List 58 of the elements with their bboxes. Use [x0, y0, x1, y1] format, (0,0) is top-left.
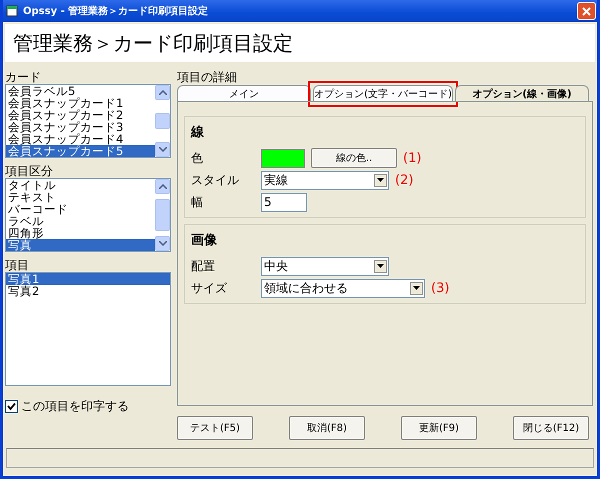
action-button[interactable]: 取消(F8) — [289, 416, 365, 440]
action-button[interactable]: 更新(F9) — [401, 416, 477, 440]
field-label: 幅 — [191, 194, 204, 210]
scroll-down-icon[interactable] — [155, 142, 170, 157]
group-title: 画像 — [191, 232, 218, 249]
close-icon — [581, 6, 592, 16]
action-button[interactable]: テスト(F5) — [177, 416, 253, 440]
field-label: サイズ — [191, 280, 228, 296]
app-icon — [6, 5, 18, 17]
tab[interactable]: メイン — [177, 85, 312, 101]
field-label: スタイル — [191, 172, 240, 188]
annotation-label: (1) — [403, 150, 422, 166]
page-heading: 管理業務＞カード印刷項目設定 — [13, 30, 293, 56]
input-field[interactable]: 5 — [261, 192, 307, 212]
tab[interactable]: オプション(線・画像) — [454, 85, 589, 101]
dropdown[interactable]: 領域に合わせる — [261, 278, 425, 298]
scroll-thumb[interactable] — [155, 113, 170, 129]
list-item[interactable]: 会員スナップカード2 — [6, 109, 155, 121]
list-item[interactable]: バーコード — [6, 203, 155, 215]
list-item[interactable]: テキスト — [6, 191, 155, 203]
list-box[interactable]: タイトル テキスト バーコード ラベル 四角形 写真 — [5, 178, 171, 252]
list-item[interactable]: 会員スナップカード4 — [6, 133, 155, 145]
dropdown[interactable]: 中央 — [261, 256, 389, 276]
list-item[interactable]: タイトル — [6, 179, 155, 191]
list-label: 項目区分 — [5, 164, 54, 178]
list-item[interactable]: 写真 — [6, 239, 155, 251]
list-item[interactable]: 写真2 — [6, 285, 170, 297]
list-label: カード — [5, 70, 42, 84]
list-item[interactable]: 写真1 — [6, 273, 170, 285]
section-label: 項目の詳細 — [177, 70, 238, 84]
field-label: 配置 — [191, 258, 216, 274]
checkbox[interactable] — [5, 400, 18, 413]
scroll-up-icon[interactable] — [155, 179, 170, 194]
list-item[interactable]: 会員スナップカード5 — [6, 145, 155, 157]
dropdown[interactable]: 実線 — [261, 170, 389, 190]
list-item[interactable]: 会員スナップカード1 — [6, 97, 155, 109]
close-button[interactable] — [577, 2, 596, 20]
group-title: 線 — [191, 124, 205, 141]
list-item[interactable]: 会員ラベル5 — [6, 85, 155, 97]
list-item[interactable]: 会員スナップカード3 — [6, 121, 155, 133]
scrollbar[interactable] — [155, 85, 170, 157]
annotation-label: (2) — [395, 172, 414, 188]
color-button[interactable]: 線の色.. — [311, 148, 397, 168]
window-title: Opssy - 管理業務＞カード印刷項目設定 — [23, 4, 210, 18]
list-item[interactable]: 四角形 — [6, 227, 155, 239]
list-box[interactable]: 写真1 写真2 — [5, 272, 171, 386]
tab[interactable]: オプション(文字・バーコード) — [313, 85, 453, 101]
list-label: 項目 — [5, 258, 30, 272]
scroll-up-icon[interactable] — [155, 85, 170, 100]
list-item[interactable]: ラベル — [6, 215, 155, 227]
scrollbar[interactable] — [155, 179, 170, 251]
list-box[interactable]: 会員ラベル5 会員スナップカード1 会員スナップカード2 会員スナップカード3 会員スナップカード4 会員スナップカード5 — [5, 84, 171, 158]
field-label: 色 — [191, 150, 204, 166]
checkbox-label: この項目を印字する — [21, 398, 129, 415]
scroll-down-icon[interactable] — [155, 236, 170, 251]
action-button[interactable]: 閉じる(F12) — [513, 416, 589, 440]
annotation-label: (3) — [431, 280, 450, 296]
scroll-thumb[interactable] — [155, 199, 170, 231]
